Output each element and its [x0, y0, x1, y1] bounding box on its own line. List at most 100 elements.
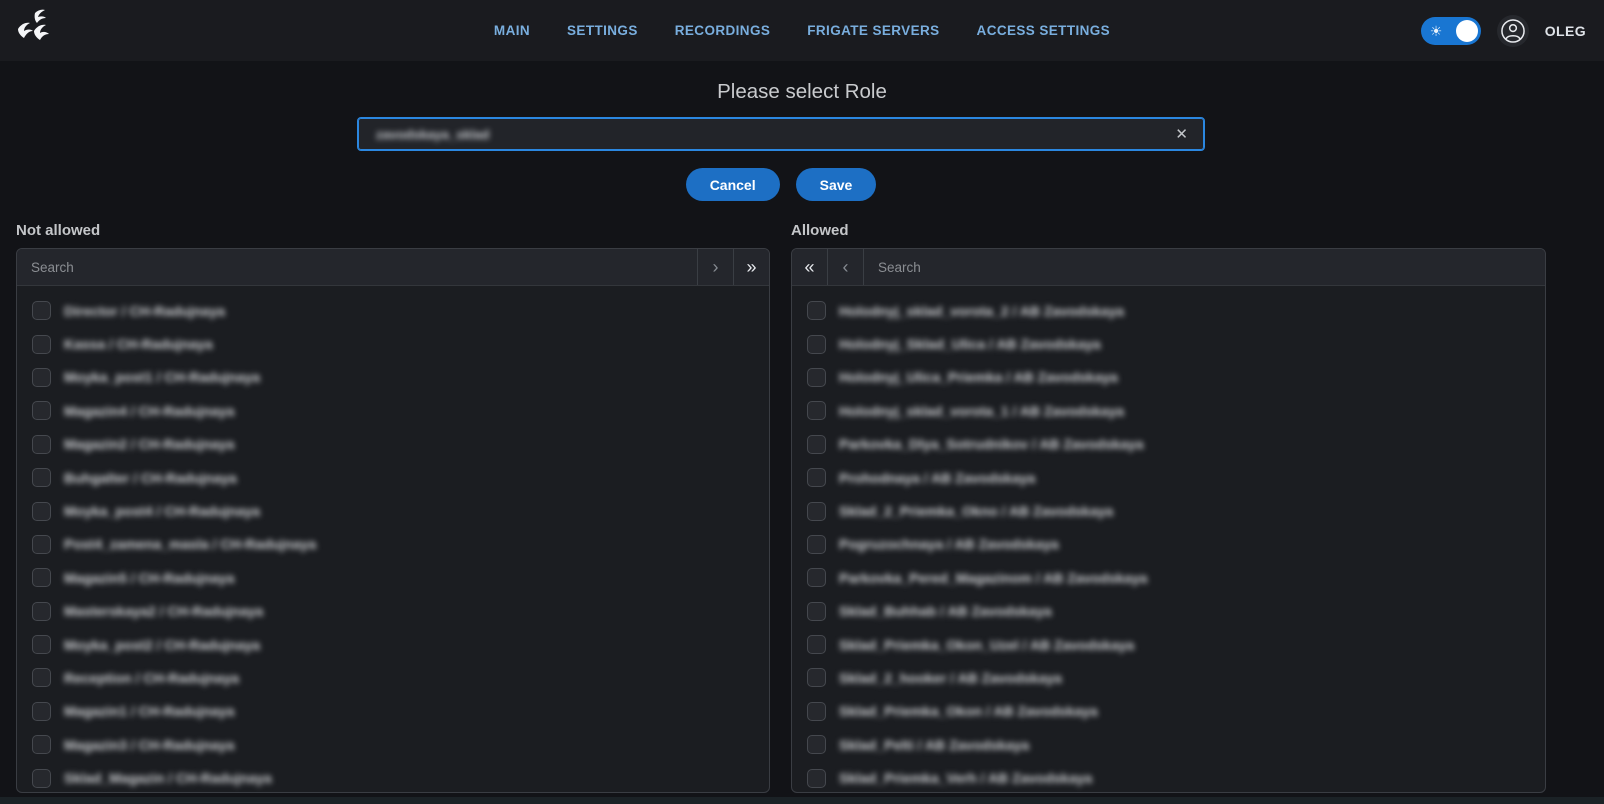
list-item[interactable]: Sklad_2_hooker / AB Zavodskaya: [792, 661, 1545, 694]
bottom-scrollbar-track[interactable]: [0, 797, 1604, 804]
checkbox[interactable]: [807, 535, 826, 554]
cancel-button[interactable]: Cancel: [686, 168, 780, 201]
list-item[interactable]: Moyka_post2 / CH-Radujnaya: [17, 628, 769, 661]
checkbox[interactable]: [32, 368, 51, 387]
toggle-knob: [1456, 20, 1478, 42]
camera-label: Post4_zamena_masla / CH-Radujnaya: [64, 536, 316, 552]
checkbox[interactable]: [32, 735, 51, 754]
nav-frigate-servers[interactable]: FRIGATE SERVERS: [807, 23, 939, 38]
sun-icon: ☀: [1430, 24, 1443, 38]
list-item[interactable]: Reception / CH-Radujnaya: [17, 661, 769, 694]
camera-label: Moyka_post4 / CH-Radujnaya: [64, 503, 260, 519]
theme-toggle[interactable]: ☀: [1421, 17, 1481, 45]
checkbox[interactable]: [32, 668, 51, 687]
allowed-panel: « ‹ Holodnyj_sklad_vorota_2 / AB Zavodsk…: [791, 248, 1546, 793]
move-selected-right-icon[interactable]: ›: [697, 249, 733, 285]
main-navigation: MAIN SETTINGS RECORDINGS FRIGATE SERVERS…: [0, 23, 1604, 38]
list-item[interactable]: Director / CH-Radujnaya: [17, 294, 769, 327]
checkbox[interactable]: [32, 401, 51, 420]
list-item[interactable]: Kassa / CH-Radujnaya: [17, 327, 769, 360]
checkbox[interactable]: [32, 535, 51, 554]
camera-label: Sklad_Buhhab / AB Zavodskaya: [839, 603, 1052, 619]
nav-access-settings[interactable]: ACCESS SETTINGS: [977, 23, 1111, 38]
camera-label: Magazin5 / CH-Radujnaya: [64, 570, 234, 586]
checkbox[interactable]: [32, 435, 51, 454]
checkbox[interactable]: [807, 702, 826, 721]
checkbox[interactable]: [807, 335, 826, 354]
checkbox[interactable]: [807, 401, 826, 420]
checkbox[interactable]: [32, 502, 51, 521]
move-selected-left-icon[interactable]: ‹: [828, 249, 864, 285]
allowed-search-row: « ‹: [792, 249, 1545, 286]
nav-main[interactable]: MAIN: [494, 23, 530, 38]
list-item[interactable]: Sklad_Priemka_Okon / AB Zavodskaya: [792, 695, 1545, 728]
list-item[interactable]: Holodnyj_Sklad_Ulica / AB Zavodskaya: [792, 327, 1545, 360]
move-all-left-icon[interactable]: «: [792, 249, 828, 285]
checkbox[interactable]: [32, 568, 51, 587]
camera-label: Pogruzochnaya / AB Zavodskaya: [839, 536, 1059, 552]
checkbox[interactable]: [807, 301, 826, 320]
list-item[interactable]: Moyka_post4 / CH-Radujnaya: [17, 494, 769, 527]
checkbox[interactable]: [807, 602, 826, 621]
role-input[interactable]: zavodskaya_sklad ✕: [357, 117, 1205, 151]
checkbox[interactable]: [32, 769, 51, 788]
list-item[interactable]: Sklad_Magazin / CH-Radujnaya: [17, 761, 769, 792]
checkbox[interactable]: [807, 769, 826, 788]
list-item[interactable]: Magazin3 / CH-Radujnaya: [17, 728, 769, 761]
list-item[interactable]: Sklad_2_Priemka_Okno / AB Zavodskaya: [792, 494, 1545, 527]
move-all-right-icon[interactable]: »: [733, 249, 769, 285]
list-item[interactable]: Sklad_Pelti / AB Zavodskaya: [792, 728, 1545, 761]
app-logo-birds-icon[interactable]: [12, 8, 56, 54]
checkbox[interactable]: [807, 568, 826, 587]
nav-recordings[interactable]: RECORDINGS: [675, 23, 771, 38]
list-item[interactable]: Prohodnaya / AB Zavodskaya: [792, 461, 1545, 494]
list-item[interactable]: Magazin1 / CH-Radujnaya: [17, 695, 769, 728]
camera-label: Magazin3 / CH-Radujnaya: [64, 737, 234, 753]
list-item[interactable]: Holodnyj_Ulica_Priemka / AB Zavodskaya: [792, 361, 1545, 394]
checkbox[interactable]: [32, 301, 51, 320]
list-item[interactable]: Magazin4 / CH-Radujnaya: [17, 394, 769, 427]
checkbox[interactable]: [807, 635, 826, 654]
list-item[interactable]: Pogruzochnaya / AB Zavodskaya: [792, 528, 1545, 561]
allowed-title: Allowed: [791, 222, 1546, 239]
checkbox[interactable]: [32, 702, 51, 721]
list-item[interactable]: Holodnyj_sklad_vorota_1 / AB Zavodskaya: [792, 394, 1545, 427]
list-item[interactable]: Parkovka_Pered_Magazinom / AB Zavodskaya: [792, 561, 1545, 594]
camera-label: Holodnyj_Ulica_Priemka / AB Zavodskaya: [839, 369, 1118, 385]
camera-label: Sklad_Magazin / CH-Radujnaya: [64, 770, 272, 786]
nav-settings[interactable]: SETTINGS: [567, 23, 638, 38]
allowed-search-input[interactable]: [864, 249, 1545, 285]
list-item[interactable]: Post4_zamena_masla / CH-Radujnaya: [17, 528, 769, 561]
save-button[interactable]: Save: [796, 168, 877, 201]
checkbox[interactable]: [807, 735, 826, 754]
list-item[interactable]: Parkovka_Dlya_Sotrudnikov / AB Zavodskay…: [792, 428, 1545, 461]
checkbox[interactable]: [807, 468, 826, 487]
checkbox[interactable]: [807, 668, 826, 687]
user-avatar-icon[interactable]: [1497, 15, 1529, 47]
list-item[interactable]: Sklad_Priemka_Verh / AB Zavodskaya: [792, 761, 1545, 792]
list-item[interactable]: Moyka_post1 / CH-Radujnaya: [17, 361, 769, 394]
camera-label: Buhgalter / CH-Radujnaya: [64, 470, 237, 486]
page-title: Please select Role: [0, 80, 1604, 104]
checkbox[interactable]: [807, 435, 826, 454]
camera-label: Kassa / CH-Radujnaya: [64, 336, 213, 352]
checkbox[interactable]: [807, 368, 826, 387]
username-label[interactable]: OLEG: [1545, 23, 1586, 39]
checkbox[interactable]: [32, 602, 51, 621]
camera-label: Reception / CH-Radujnaya: [64, 670, 239, 686]
list-item[interactable]: Magazin5 / CH-Radujnaya: [17, 561, 769, 594]
not-allowed-search-input[interactable]: [17, 249, 697, 285]
checkbox[interactable]: [32, 635, 51, 654]
checkbox[interactable]: [32, 468, 51, 487]
checkbox[interactable]: [32, 335, 51, 354]
list-item[interactable]: Masterskaya2 / CH-Radujnaya: [17, 595, 769, 628]
clear-input-icon[interactable]: ✕: [1171, 125, 1192, 144]
camera-label: Magazin4 / CH-Radujnaya: [64, 403, 234, 419]
list-item[interactable]: Magazin2 / CH-Radujnaya: [17, 428, 769, 461]
list-item[interactable]: Sklad_Priemka_Okon_Uzel / AB Zavodskaya: [792, 628, 1545, 661]
list-item[interactable]: Sklad_Buhhab / AB Zavodskaya: [792, 595, 1545, 628]
header-right-controls: ☀ OLEG: [1421, 15, 1586, 47]
list-item[interactable]: Holodnyj_sklad_vorota_2 / AB Zavodskaya: [792, 294, 1545, 327]
list-item[interactable]: Buhgalter / CH-Radujnaya: [17, 461, 769, 494]
checkbox[interactable]: [807, 502, 826, 521]
